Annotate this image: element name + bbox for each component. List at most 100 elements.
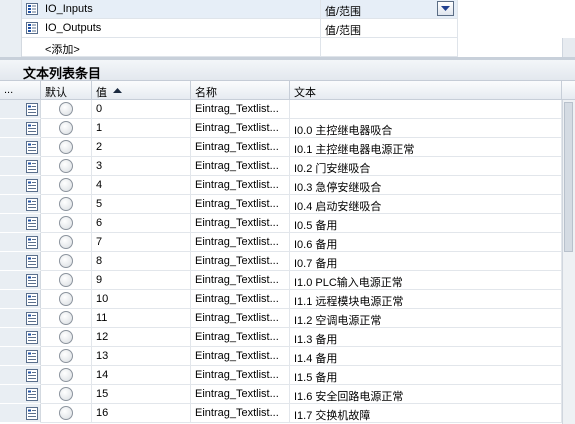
table-row[interactable]: 16 Eintrag_Textlist... I1.7 交换机故障: [0, 404, 575, 423]
row-header[interactable]: [0, 271, 41, 290]
column-header-text[interactable]: 文本: [290, 81, 562, 99]
value-cell[interactable]: 11: [92, 309, 191, 328]
text-cell[interactable]: I1.6 安全回路电源正常: [290, 385, 562, 404]
range-selector[interactable]: 值/范围: [321, 19, 458, 38]
row-header[interactable]: [0, 157, 41, 176]
table-row[interactable]: 0 Eintrag_Textlist...: [0, 100, 575, 119]
row-header[interactable]: [0, 233, 41, 252]
column-header-value[interactable]: 值: [92, 81, 191, 99]
name-cell[interactable]: Eintrag_Textlist...: [191, 290, 290, 309]
name-cell[interactable]: Eintrag_Textlist...: [191, 309, 290, 328]
default-radio-button[interactable]: [59, 140, 73, 154]
default-cell[interactable]: [41, 347, 92, 366]
default-cell[interactable]: [41, 290, 92, 309]
table-row[interactable]: 13 Eintrag_Textlist... I1.4 备用: [0, 347, 575, 366]
name-cell[interactable]: Eintrag_Textlist...: [191, 100, 290, 119]
default-cell[interactable]: [41, 100, 92, 119]
table-row[interactable]: 11 Eintrag_Textlist... I1.2 空调电源正常: [0, 309, 575, 328]
text-cell[interactable]: I0.3 急停安继吸合: [290, 176, 562, 195]
row-header[interactable]: [0, 176, 41, 195]
vertical-scrollbar[interactable]: [562, 100, 575, 424]
default-radio-button[interactable]: [59, 349, 73, 363]
name-cell[interactable]: Eintrag_Textlist...: [191, 233, 290, 252]
text-cell[interactable]: I1.0 PLC输入电源正常: [290, 271, 562, 290]
text-cell[interactable]: I0.0 主控继电器吸合: [290, 119, 562, 138]
value-cell[interactable]: 1: [92, 119, 191, 138]
text-cell[interactable]: [290, 100, 562, 119]
value-cell[interactable]: 15: [92, 385, 191, 404]
default-cell[interactable]: [41, 366, 92, 385]
default-radio-button[interactable]: [59, 159, 73, 173]
value-cell[interactable]: 13: [92, 347, 191, 366]
table-row[interactable]: 9 Eintrag_Textlist... I1.0 PLC输入电源正常: [0, 271, 575, 290]
default-radio-button[interactable]: [59, 121, 73, 135]
default-cell[interactable]: [41, 385, 92, 404]
table-row[interactable]: 5 Eintrag_Textlist... I0.4 启动安继吸合: [0, 195, 575, 214]
table-row[interactable]: 3 Eintrag_Textlist... I0.2 门安继吸合: [0, 157, 575, 176]
value-cell[interactable]: 8: [92, 252, 191, 271]
row-header[interactable]: [0, 385, 41, 404]
value-cell[interactable]: 12: [92, 328, 191, 347]
table-row[interactable]: 7 Eintrag_Textlist... I0.6 备用: [0, 233, 575, 252]
text-cell[interactable]: I0.5 备用: [290, 214, 562, 233]
text-list-row-io-inputs[interactable]: IO_Inputs 值/范围: [0, 0, 575, 19]
default-radio-button[interactable]: [59, 235, 73, 249]
column-header-name[interactable]: 名称: [191, 81, 290, 99]
table-row[interactable]: 2 Eintrag_Textlist... I0.1 主控继电器电源正常: [0, 138, 575, 157]
value-cell[interactable]: 6: [92, 214, 191, 233]
text-cell[interactable]: I0.2 门安继吸合: [290, 157, 562, 176]
table-row[interactable]: 8 Eintrag_Textlist... I0.7 备用: [0, 252, 575, 271]
default-radio-button[interactable]: [59, 387, 73, 401]
default-radio-button[interactable]: [59, 273, 73, 287]
row-header[interactable]: [0, 119, 41, 138]
table-row[interactable]: 14 Eintrag_Textlist... I1.5 备用: [0, 366, 575, 385]
name-cell[interactable]: Eintrag_Textlist...: [191, 138, 290, 157]
default-cell[interactable]: [41, 328, 92, 347]
text-cell[interactable]: I0.6 备用: [290, 233, 562, 252]
name-cell[interactable]: Eintrag_Textlist...: [191, 176, 290, 195]
default-radio-button[interactable]: [59, 330, 73, 344]
value-cell[interactable]: 9: [92, 271, 191, 290]
name-cell[interactable]: Eintrag_Textlist...: [191, 404, 290, 423]
text-cell[interactable]: I1.2 空调电源正常: [290, 309, 562, 328]
default-radio-button[interactable]: [59, 102, 73, 116]
text-list-row-io-outputs[interactable]: IO_Outputs 值/范围: [0, 19, 575, 38]
row-header[interactable]: [0, 252, 41, 271]
top-scrollbar[interactable]: [562, 38, 575, 57]
value-cell[interactable]: 2: [92, 138, 191, 157]
table-row[interactable]: 6 Eintrag_Textlist... I0.5 备用: [0, 214, 575, 233]
text-cell[interactable]: I1.5 备用: [290, 366, 562, 385]
range-dropdown-button[interactable]: [437, 1, 454, 16]
name-cell[interactable]: Eintrag_Textlist...: [191, 366, 290, 385]
default-radio-button[interactable]: [59, 406, 73, 420]
text-cell[interactable]: I1.1 远程模块电源正常: [290, 290, 562, 309]
name-cell[interactable]: Eintrag_Textlist...: [191, 271, 290, 290]
row-header[interactable]: [0, 138, 41, 157]
row-header[interactable]: [0, 100, 41, 119]
table-row[interactable]: 10 Eintrag_Textlist... I1.1 远程模块电源正常: [0, 290, 575, 309]
row-header[interactable]: [0, 404, 41, 423]
name-cell[interactable]: Eintrag_Textlist...: [191, 385, 290, 404]
text-cell[interactable]: I0.1 主控继电器电源正常: [290, 138, 562, 157]
name-cell[interactable]: Eintrag_Textlist...: [191, 347, 290, 366]
table-row[interactable]: 1 Eintrag_Textlist... I0.0 主控继电器吸合: [0, 119, 575, 138]
default-cell[interactable]: [41, 233, 92, 252]
value-cell[interactable]: 14: [92, 366, 191, 385]
column-header-dots[interactable]: ...: [0, 81, 41, 99]
row-header[interactable]: [0, 328, 41, 347]
row-header[interactable]: [0, 195, 41, 214]
row-header[interactable]: [0, 290, 41, 309]
column-header-default[interactable]: 默认: [41, 81, 92, 99]
default-cell[interactable]: [41, 404, 92, 423]
text-cell[interactable]: I1.7 交换机故障: [290, 404, 562, 423]
default-radio-button[interactable]: [59, 292, 73, 306]
default-cell[interactable]: [41, 309, 92, 328]
default-radio-button[interactable]: [59, 178, 73, 192]
name-cell[interactable]: Eintrag_Textlist...: [191, 214, 290, 233]
name-cell[interactable]: Eintrag_Textlist...: [191, 157, 290, 176]
row-header[interactable]: [0, 309, 41, 328]
table-row[interactable]: 15 Eintrag_Textlist... I1.6 安全回路电源正常: [0, 385, 575, 404]
value-cell[interactable]: 16: [92, 404, 191, 423]
value-cell[interactable]: 5: [92, 195, 191, 214]
value-cell[interactable]: 7: [92, 233, 191, 252]
